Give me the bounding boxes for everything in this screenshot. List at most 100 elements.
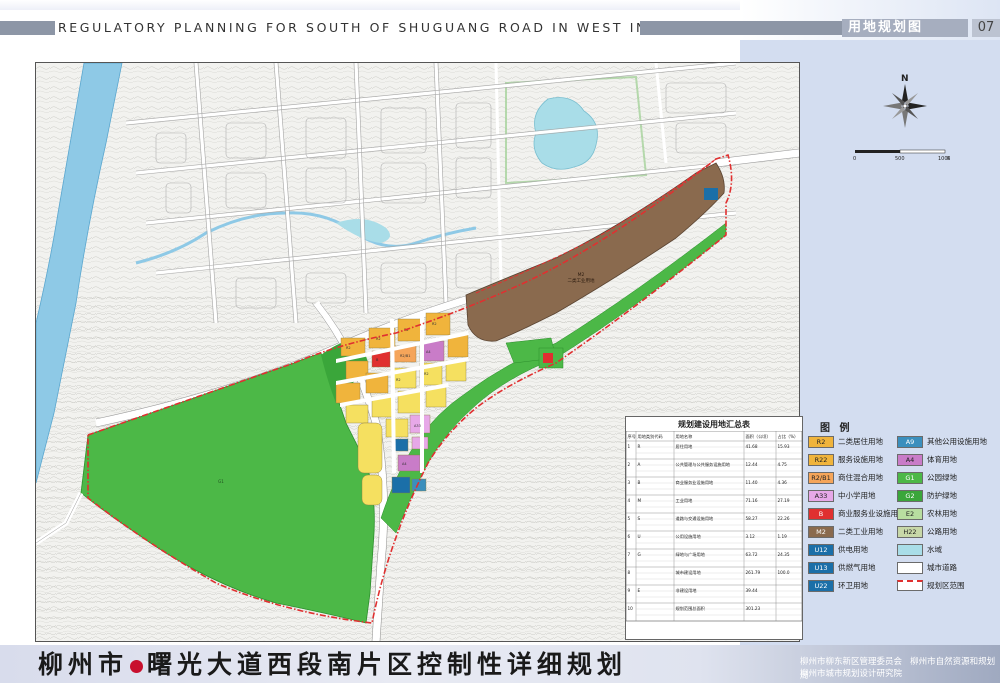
legend-label: 其他公用设施用地 bbox=[927, 437, 987, 446]
table-grid: 序号 用地类别代码 用地名称 面积（公顷） 占比（%） 1 R 居住用地 41.68 15.93 2… bbox=[626, 431, 802, 622]
table-cell: 1.19 bbox=[778, 534, 788, 539]
legend-label: 城市道路 bbox=[927, 563, 957, 572]
legend-swatch bbox=[897, 580, 923, 591]
agency-1: 柳州市柳东新区管理委员会 bbox=[800, 657, 903, 667]
table-header-cell: 占比（%） bbox=[778, 433, 799, 440]
table-cell: M bbox=[638, 498, 642, 503]
table-cell: 100.0 bbox=[778, 570, 790, 575]
legend-swatch: R2 bbox=[808, 436, 834, 448]
table-cell: 1 bbox=[628, 444, 631, 449]
table-cell: G bbox=[638, 552, 641, 557]
scale-bar-graphic: 0 500 1000 M bbox=[853, 149, 951, 162]
legend-label: 商住混合用地 bbox=[838, 473, 883, 482]
table-title: 规划建设用地汇总表 bbox=[678, 420, 750, 429]
table-cell: 12.44 bbox=[746, 462, 758, 467]
table-cell: 居住用地 bbox=[676, 443, 694, 450]
legend-swatch bbox=[897, 544, 923, 556]
legend-label: 服务设施用地 bbox=[838, 455, 883, 464]
table-cell: 3.12 bbox=[746, 534, 756, 539]
legend-label: 二类居住用地 bbox=[838, 437, 883, 446]
svg-text:A33: A33 bbox=[414, 424, 421, 428]
table-cell: 63.72 bbox=[746, 552, 758, 557]
table-cell: 41.68 bbox=[746, 444, 758, 449]
english-title: REGULATORY PLANNING FOR SOUTH OF SHUGUAN… bbox=[58, 20, 730, 35]
legend-title: 图 例 bbox=[820, 423, 853, 434]
svg-text:R2: R2 bbox=[346, 346, 351, 350]
table-cell: 绿地与广场用地 bbox=[676, 551, 706, 558]
scale-unit: M bbox=[947, 156, 950, 162]
sheet-number: 07 bbox=[972, 19, 1000, 37]
table-cell: 39.44 bbox=[746, 588, 758, 593]
table-cell: A bbox=[638, 462, 641, 467]
table-header-cell: 序号 bbox=[628, 433, 636, 440]
land-use-summary-table: 规划建设用地汇总表 序号 用地类别代码 用地名称 面积（公顷） 占比（%） 1 R 居住用地 4… bbox=[625, 416, 803, 640]
legend-swatch: R2/B1 bbox=[808, 472, 834, 484]
legend-swatch: R22 bbox=[808, 454, 834, 466]
legend-label: 商业服务业设施用地 bbox=[838, 509, 906, 518]
svg-text:R2: R2 bbox=[396, 378, 401, 382]
table-cell: 301.23 bbox=[746, 606, 761, 611]
table-cell: 71.16 bbox=[746, 498, 758, 503]
legend-swatch: A33 bbox=[808, 490, 834, 502]
utility-plot-ne bbox=[704, 188, 718, 200]
table-cell: 6 bbox=[628, 534, 631, 539]
table-cell: 27.19 bbox=[778, 498, 790, 503]
scale-bar: 0 500 1000 M bbox=[850, 148, 951, 168]
legend-swatch: E2 bbox=[897, 508, 923, 520]
legend-label: 规划区范围 bbox=[927, 581, 965, 590]
table-header-cell: 用地名称 bbox=[676, 433, 693, 440]
table-cell: 9 bbox=[628, 588, 631, 593]
svg-text:A4: A4 bbox=[426, 350, 431, 354]
industrial-label-code: M2 bbox=[578, 272, 585, 278]
table-cell: 3 bbox=[628, 480, 631, 485]
title-city: 柳州市 bbox=[38, 650, 129, 679]
sheet-title: 用地规划图 bbox=[842, 19, 968, 37]
table-header-cell: 用地类别代码 bbox=[638, 433, 663, 440]
compass: N bbox=[880, 72, 930, 138]
legend-swatch: A4 bbox=[897, 454, 923, 466]
table-cell: 道路与交通设施用地 bbox=[676, 515, 715, 522]
table-cell: 工业用地 bbox=[676, 497, 694, 504]
table-cell: 24.35 bbox=[778, 552, 790, 557]
industrial-label-name: 二类工业用地 bbox=[568, 277, 595, 284]
legend-label: 体育用地 bbox=[927, 455, 957, 464]
header-bar-middle bbox=[640, 21, 842, 35]
table-cell: 4 bbox=[628, 498, 631, 503]
table-cell: U bbox=[638, 534, 641, 539]
legend-swatch: M2 bbox=[808, 526, 834, 538]
svg-text:A4: A4 bbox=[402, 462, 407, 466]
table-cell: R bbox=[638, 444, 641, 449]
legend-label: 防护绿地 bbox=[927, 491, 957, 500]
table-cell: 商业服务业设施用地 bbox=[676, 479, 715, 486]
legend-label: 农林用地 bbox=[927, 509, 957, 518]
legend-swatch: A9 bbox=[897, 436, 923, 448]
small-commercial-plot bbox=[543, 353, 553, 363]
legend-swatch: B bbox=[808, 508, 834, 520]
legend-label: 二类工业用地 bbox=[838, 527, 883, 536]
svg-text:R2: R2 bbox=[432, 322, 437, 326]
table-cell: 公共管理与公共服务设施用地 bbox=[676, 461, 731, 468]
table-cell: S bbox=[638, 516, 641, 521]
table-cell: B bbox=[638, 480, 641, 485]
table-cell: 7 bbox=[628, 552, 631, 557]
table-cell: 8 bbox=[628, 570, 631, 575]
table-cell: 非建设用地 bbox=[676, 587, 698, 594]
legend-swatch: G2 bbox=[897, 490, 923, 502]
table-cell: 规划范围总面积 bbox=[676, 605, 705, 612]
legend-label: 公园绿地 bbox=[927, 473, 957, 482]
legend-label: 供电用地 bbox=[838, 545, 868, 554]
table-cell: 15.93 bbox=[778, 444, 790, 449]
legend-label: 环卫用地 bbox=[838, 581, 868, 590]
legend-swatch: H22 bbox=[897, 526, 923, 538]
legend-swatch: G1 bbox=[897, 472, 923, 484]
legend-swatch bbox=[897, 562, 923, 574]
park-label: G1 bbox=[218, 479, 224, 484]
table-cell: 58.27 bbox=[746, 516, 758, 521]
scale-label-500: 500 bbox=[895, 156, 905, 162]
compass-rose-icon: N bbox=[883, 74, 927, 128]
header-bar-left bbox=[0, 21, 55, 35]
table-border bbox=[626, 431, 802, 622]
table-cell: 261.79 bbox=[746, 570, 761, 575]
svg-text:R2: R2 bbox=[376, 337, 381, 341]
table-cell: E bbox=[638, 588, 641, 593]
